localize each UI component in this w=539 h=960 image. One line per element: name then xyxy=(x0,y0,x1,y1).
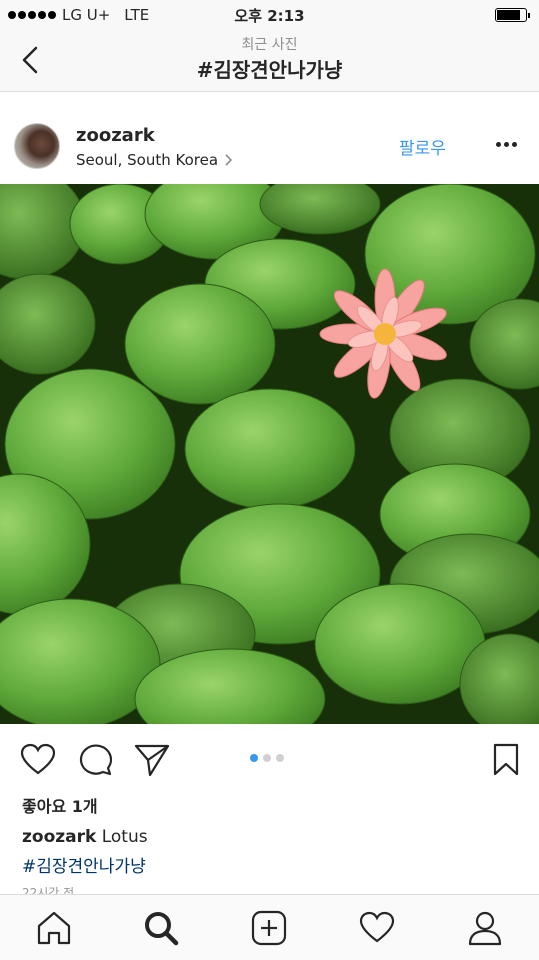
like-button[interactable] xyxy=(20,742,56,778)
more-options-icon[interactable] xyxy=(496,132,520,156)
caption-text: Lotus xyxy=(101,827,148,847)
profile-icon xyxy=(468,911,502,946)
post-photo[interactable] xyxy=(0,184,539,724)
comment-button[interactable] xyxy=(78,742,114,778)
carousel-dot xyxy=(263,754,271,762)
battery-icon xyxy=(495,8,530,22)
chevron-right-icon xyxy=(225,154,233,166)
search-icon xyxy=(145,912,179,946)
lily-pads-image xyxy=(0,184,539,724)
location-label: Seoul, South Korea xyxy=(76,151,219,169)
status-time: 오후 2:13 xyxy=(234,7,305,25)
likes-count[interactable]: 좋아요 1개 xyxy=(22,793,98,817)
caption-hashtag[interactable]: #김장견안나가냥 xyxy=(22,852,146,877)
tab-activity[interactable] xyxy=(358,909,396,947)
nav-header: 최근 사진 #김장견안나가냥 xyxy=(0,30,539,92)
home-icon xyxy=(37,911,71,945)
bookmark-icon xyxy=(493,743,519,776)
post-username[interactable]: zoozark xyxy=(76,125,155,146)
caption-username[interactable]: zoozark xyxy=(22,827,96,847)
status-bar: LG U+ LTE 오후 2:13 xyxy=(0,0,539,30)
heart-icon xyxy=(20,743,56,775)
post-header: zoozark Seoul, South Korea 팔로우 xyxy=(0,92,539,184)
post-caption: zoozark Lotus xyxy=(22,827,148,847)
bottom-tab-bar xyxy=(0,894,539,960)
activity-heart-icon xyxy=(359,911,395,943)
post-location[interactable]: Seoul, South Korea xyxy=(76,151,233,169)
follow-button[interactable]: 팔로우 xyxy=(399,134,446,159)
add-post-icon xyxy=(251,910,287,946)
share-icon xyxy=(134,744,170,777)
carousel-dot xyxy=(250,754,258,762)
tab-profile[interactable] xyxy=(466,909,504,947)
carousel-indicator xyxy=(250,754,284,762)
tab-search[interactable] xyxy=(142,909,180,947)
bookmark-button[interactable] xyxy=(488,742,524,778)
tab-add-post[interactable] xyxy=(250,909,288,947)
comment-icon xyxy=(79,744,113,776)
post-timestamp: 22시간 전 xyxy=(22,886,75,894)
share-button[interactable] xyxy=(134,742,170,778)
page-title: #김장견안나가냥 xyxy=(196,58,343,82)
carousel-dot xyxy=(276,754,284,762)
tab-home[interactable] xyxy=(35,909,73,947)
post-actions xyxy=(0,724,539,796)
nav-subtitle: 최근 사진 xyxy=(241,37,298,53)
avatar[interactable] xyxy=(14,123,60,169)
